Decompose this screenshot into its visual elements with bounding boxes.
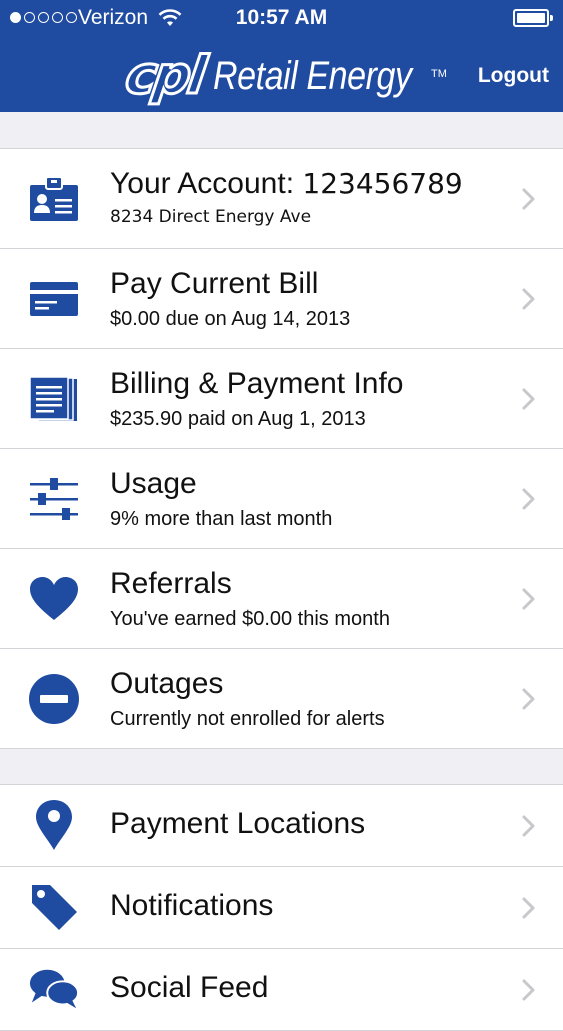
menu-item-social-feed[interactable]: Social Feed [0, 949, 563, 1030]
chevron-right-icon [522, 897, 535, 919]
chevron-right-icon [522, 588, 535, 610]
battery-icon [513, 9, 553, 27]
account-number: 123456789 [302, 167, 463, 200]
menu-item-pay-current-bill[interactable]: Pay Current Bill $0.00 due on Aug 14, 20… [0, 249, 563, 349]
logout-button[interactable]: Logout [478, 64, 549, 88]
cpl-retail-energy-logo: cpl Retail Energy [120, 45, 447, 108]
chevron-right-icon [522, 979, 535, 1001]
menu-item-subtitle: You've earned $0.00 this month [110, 608, 390, 630]
menu-item-usage[interactable]: Usage 9% more than last month [0, 449, 563, 549]
app-header: Verizon 10:57 AM cpl Retail Energy TM Lo… [0, 0, 563, 112]
heart-icon [28, 573, 80, 625]
chevron-right-icon [522, 388, 535, 410]
logo-mark: cpl [120, 45, 208, 108]
chevron-right-icon [522, 815, 535, 837]
account-address: 8234 Direct Energy Ave [110, 207, 312, 227]
secondary-menu: Payment Locations Notifications Social F… [0, 784, 563, 1031]
status-bar: Verizon 10:57 AM [0, 0, 563, 38]
menu-item-title: Billing & Payment Info [110, 367, 404, 400]
chevron-right-icon [522, 688, 535, 710]
menu-item-title: Referrals [110, 567, 232, 600]
menu-item-subtitle: $0.00 due on Aug 14, 2013 [110, 308, 351, 330]
menu-item-title: Pay Current Bill [110, 267, 319, 300]
menu-item-subtitle: 9% more than last month [110, 508, 333, 530]
menu-item-payment-locations[interactable]: Payment Locations [0, 785, 563, 867]
logo-text: Retail Energy [212, 54, 412, 98]
minus-circle-icon [28, 673, 80, 725]
menu-item-subtitle: $235.90 paid on Aug 1, 2013 [110, 408, 366, 430]
menu-item-billing-payment-info[interactable]: Billing & Payment Info $235.90 paid on A… [0, 349, 563, 449]
sliders-icon [28, 473, 80, 525]
menu-item-subtitle: Currently not enrolled for alerts [110, 708, 385, 730]
trademark-mark: TM [431, 68, 447, 80]
speech-bubbles-icon [28, 963, 80, 1015]
menu-item-title: Outages [110, 667, 224, 700]
menu-item-title: Your Account: 123456789 [110, 167, 463, 200]
menu-item-title: Payment Locations [110, 807, 366, 840]
menu-item-notifications[interactable]: Notifications [0, 867, 563, 949]
chevron-right-icon [522, 188, 535, 210]
menu-item-title: Usage [110, 467, 197, 500]
map-pin-icon [28, 799, 80, 851]
chevron-right-icon [522, 288, 535, 310]
menu-item-title: Notifications [110, 889, 274, 922]
tag-icon [28, 881, 80, 933]
credit-card-icon [28, 273, 80, 325]
chevron-right-icon [522, 488, 535, 510]
status-time: 10:57 AM [235, 6, 328, 29]
menu-item-referrals[interactable]: Referrals You've earned $0.00 this month [0, 549, 563, 649]
account-menu: Your Account: 123456789 8234 Direct Ener… [0, 148, 563, 749]
document-stack-icon [28, 373, 80, 425]
menu-item-your-account[interactable]: Your Account: 123456789 8234 Direct Ener… [0, 149, 563, 249]
id-badge-icon [28, 173, 80, 225]
menu-item-outages[interactable]: Outages Currently not enrolled for alert… [0, 649, 563, 748]
